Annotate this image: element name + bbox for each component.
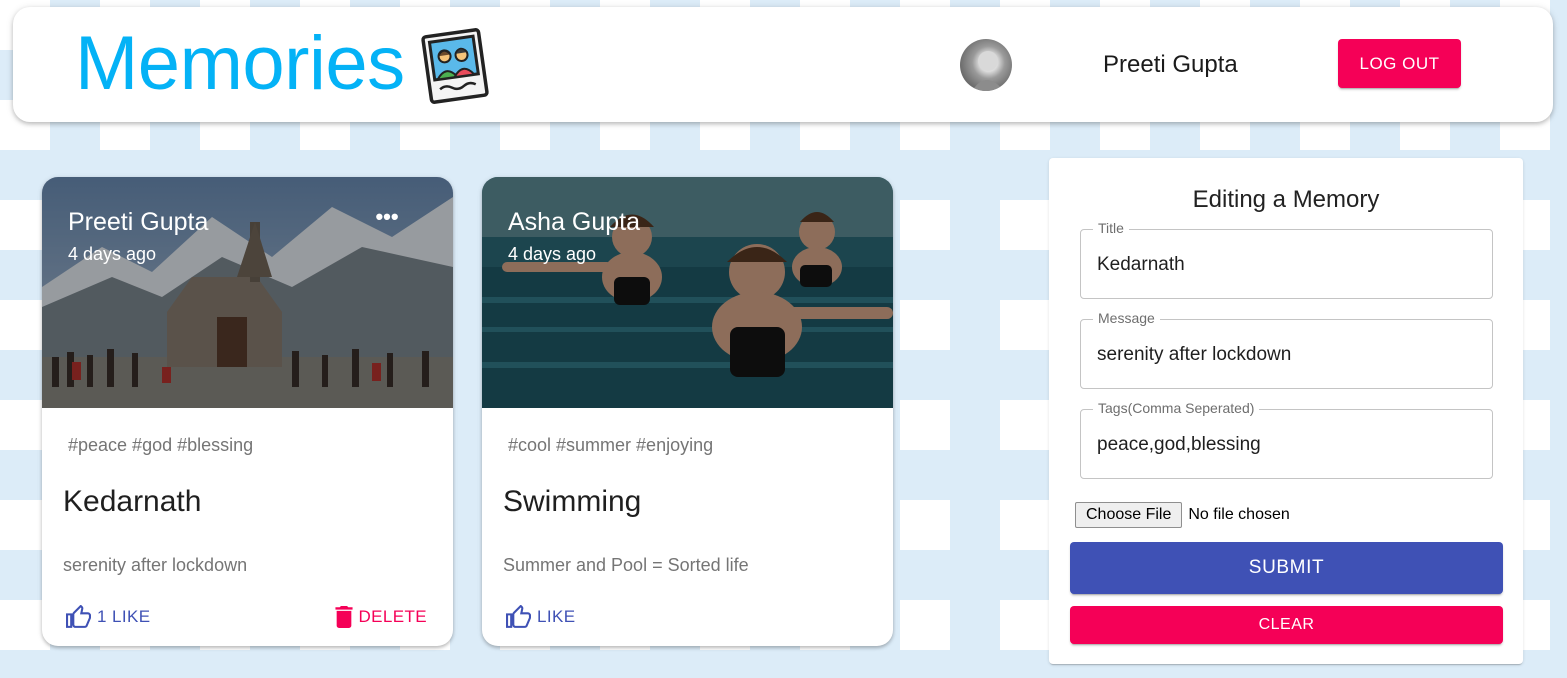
like-button[interactable]: 1 LIKE xyxy=(66,603,150,631)
post-time: 4 days ago xyxy=(508,244,597,264)
post-title: Swimming xyxy=(503,485,642,518)
message-field[interactable]: Message serenity after lockdown xyxy=(1080,310,1493,389)
choose-file-button[interactable]: Choose File xyxy=(1075,502,1183,528)
trash-icon xyxy=(335,606,354,628)
post-title: Kedarnath xyxy=(63,485,202,518)
post-author: Preeti Gupta xyxy=(68,208,209,236)
post-time: 4 days ago xyxy=(68,244,157,264)
post-card: Asha Gupta 4 days ago #cool #summer #enj… xyxy=(482,177,893,646)
memories-photo-icon xyxy=(419,27,491,105)
app-bar: Memories Preeti Gupta LOG OUT xyxy=(13,7,1553,122)
tags-label: Tags(Comma Seperated) xyxy=(1093,400,1260,416)
post-author: Asha Gupta xyxy=(508,208,641,236)
title-label: Title xyxy=(1093,220,1129,236)
tags-input[interactable]: peace,god,blessing xyxy=(1097,434,1477,456)
clear-button[interactable]: CLEAR xyxy=(1070,606,1503,644)
message-label: Message xyxy=(1093,310,1160,326)
logout-button[interactable]: LOG OUT xyxy=(1338,39,1461,88)
message-input[interactable]: serenity after lockdown xyxy=(1097,344,1477,366)
brand-title[interactable]: Memories xyxy=(75,19,405,109)
title-field[interactable]: Title Kedarnath xyxy=(1080,220,1493,299)
submit-button[interactable]: SUBMIT xyxy=(1070,542,1503,594)
post-message: serenity after lockdown xyxy=(63,555,248,575)
form-heading: Editing a Memory xyxy=(1192,186,1380,213)
post-message: Summer and Pool = Sorted life xyxy=(503,555,749,575)
like-label: 1 LIKE xyxy=(97,607,151,626)
file-input: Choose File No file chosen xyxy=(1075,502,1290,528)
post-tags: #cool #summer #enjoying xyxy=(508,435,714,455)
delete-label: DELETE xyxy=(358,607,427,626)
file-status: No file chosen xyxy=(1188,506,1290,523)
user-name: Preeti Gupta xyxy=(1103,51,1238,78)
post-card: Preeti Gupta 4 days ago ••• #peace #god … xyxy=(42,177,453,646)
like-button[interactable]: LIKE xyxy=(506,603,575,631)
delete-button[interactable]: DELETE xyxy=(335,603,427,631)
user-avatar[interactable] xyxy=(960,39,1012,91)
post-tags: #peace #god #blessing xyxy=(68,435,254,455)
title-input[interactable]: Kedarnath xyxy=(1097,254,1477,276)
memory-form: Editing a Memory Title Kedarnath Message… xyxy=(1049,158,1523,664)
more-horiz-icon[interactable]: ••• xyxy=(372,206,402,233)
tags-field[interactable]: Tags(Comma Seperated) peace,god,blessing xyxy=(1080,400,1493,479)
thumb-up-icon xyxy=(66,604,91,628)
like-label: LIKE xyxy=(537,607,576,626)
thumb-up-icon xyxy=(506,604,531,628)
